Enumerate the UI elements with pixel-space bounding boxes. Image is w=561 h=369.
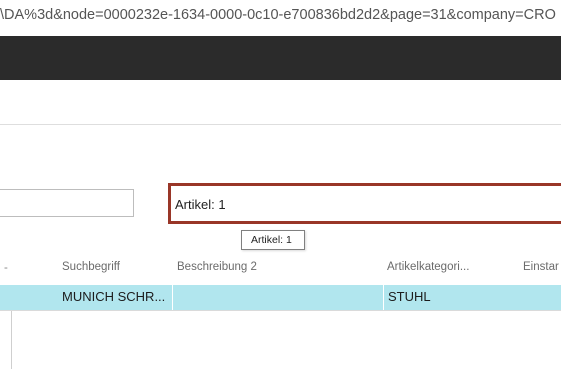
- column-header-separator: -: [4, 262, 8, 274]
- search-input[interactable]: [0, 189, 134, 217]
- column-header-einstand[interactable]: Einstar: [523, 261, 559, 273]
- cell-suchbegriff[interactable]: MUNICH SCHR...: [62, 289, 165, 304]
- filter-text: Artikel: 1: [175, 197, 226, 212]
- cell-artikelkategorie[interactable]: STUHL: [388, 289, 431, 304]
- column-header-suchbegriff[interactable]: Suchbegriff: [62, 261, 120, 273]
- cell-divider: [172, 285, 173, 310]
- url-text[interactable]: \DA%3d&node=0000232e-1634-0000-0c10-e700…: [0, 7, 556, 23]
- table-left-edge: [11, 311, 12, 369]
- app-header-bar: [0, 36, 561, 80]
- tooltip-text: Artikel: 1: [251, 234, 292, 246]
- column-header-beschreibung-2[interactable]: Beschreibung 2: [177, 261, 257, 273]
- column-header-artikelkategorie[interactable]: Artikelkategori...: [387, 261, 469, 273]
- section-divider: [0, 124, 561, 125]
- row-border: [0, 310, 561, 311]
- cell-divider: [383, 285, 384, 310]
- filter-field[interactable]: [168, 183, 561, 224]
